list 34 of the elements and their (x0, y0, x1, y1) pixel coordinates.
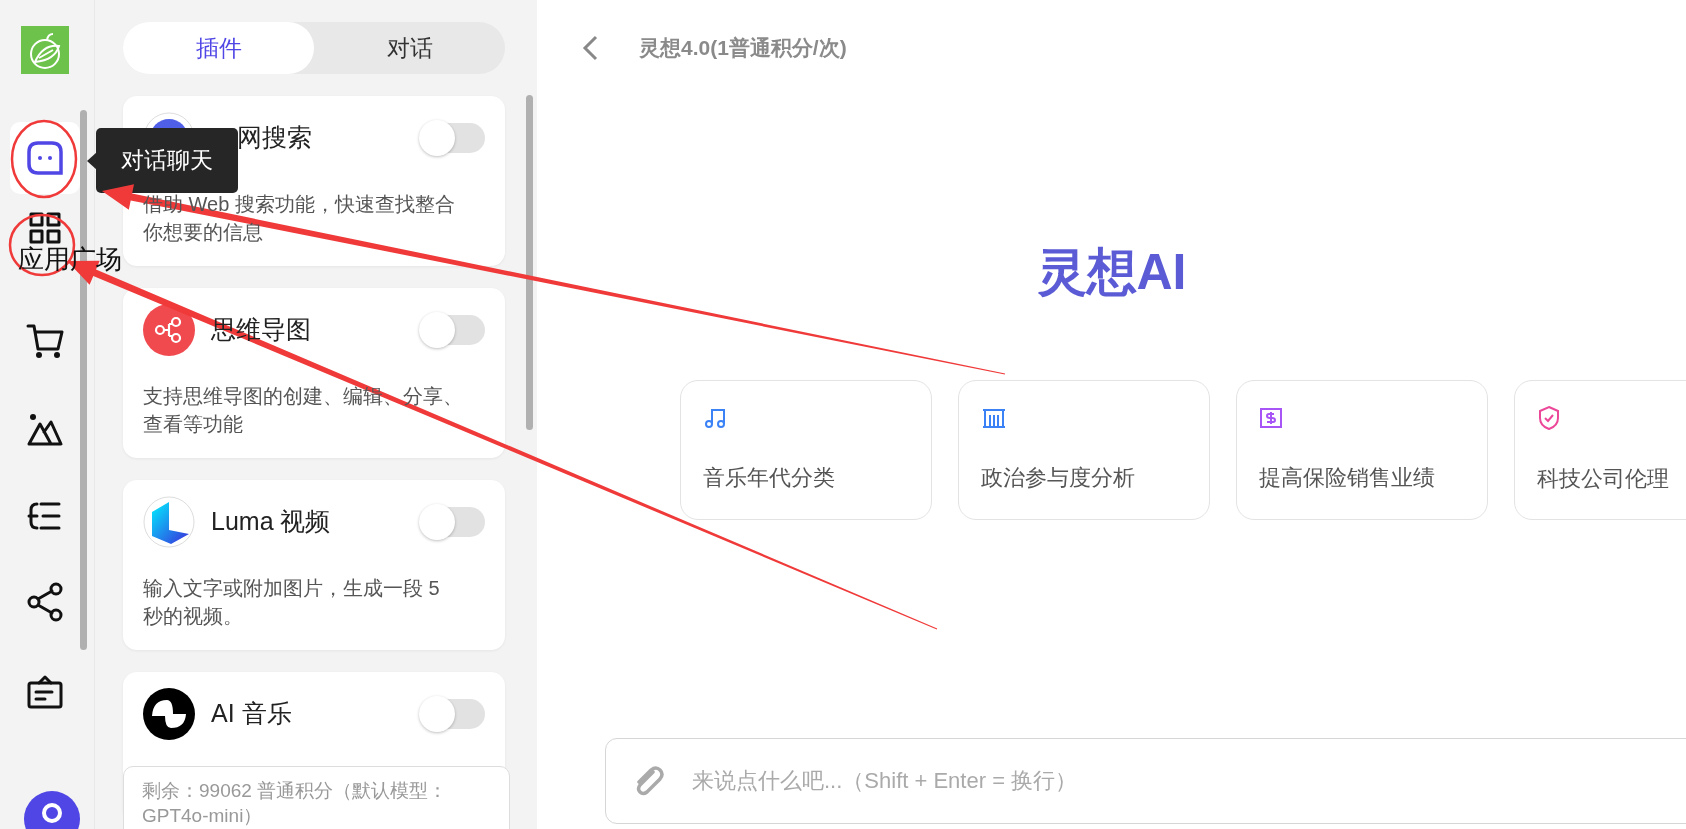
share-icon (26, 582, 64, 623)
suggestion-card[interactable]: 提高保险销售业绩 (1236, 380, 1488, 520)
cart-icon (26, 323, 64, 360)
avatar-icon[interactable] (24, 789, 80, 829)
toggle-switch[interactable] (421, 507, 485, 537)
chevron-left-icon (581, 33, 599, 62)
message-input[interactable]: 来说点什么吧...（Shift + Enter = 换行） (605, 738, 1686, 824)
mindmap-icon (143, 304, 195, 356)
grid-icon (29, 212, 61, 244)
tooltip-pointer (87, 152, 97, 170)
suggestion-card[interactable]: 政治参与度分析 (958, 380, 1210, 520)
suggestion-card[interactable]: 音乐年代分类 (680, 380, 932, 520)
plugin-description: 输入文字或附加图片，生成一段 5 秒的视频。 (143, 576, 441, 629)
list-icon (27, 500, 63, 533)
card-icon (26, 674, 64, 711)
swirl-icon (143, 688, 195, 740)
chat-icon (26, 140, 64, 176)
plugin-title: 网搜索 (237, 122, 312, 154)
page-title: 灵想4.0(1普通积分/次) (639, 34, 847, 61)
tab[interactable]: 对话 (314, 22, 505, 74)
nav-label: 应用广场 (18, 243, 122, 276)
tooltip: 对话聊天 (96, 128, 238, 193)
plugin-title: Luma 视频 (211, 506, 331, 538)
toggle-switch[interactable] (421, 315, 485, 345)
mountain-icon (27, 412, 63, 447)
toggle-switch[interactable] (421, 123, 485, 153)
brand-title: 灵想AI (1035, 243, 1188, 302)
balance-info: 剩余：99062 普通积分（默认模型：GPT4o-mini） (123, 766, 510, 829)
tab[interactable]: 插件 (123, 22, 314, 74)
video-logo-icon (143, 496, 195, 548)
plugin-description: 支持思维导图的创建、编辑、分享、查看等功能 (143, 384, 464, 437)
toggle-switch[interactable] (421, 699, 485, 729)
plugin-title: AI 音乐 (211, 698, 292, 730)
suggestion-card[interactable]: 科技公司伦理 (1514, 380, 1686, 520)
